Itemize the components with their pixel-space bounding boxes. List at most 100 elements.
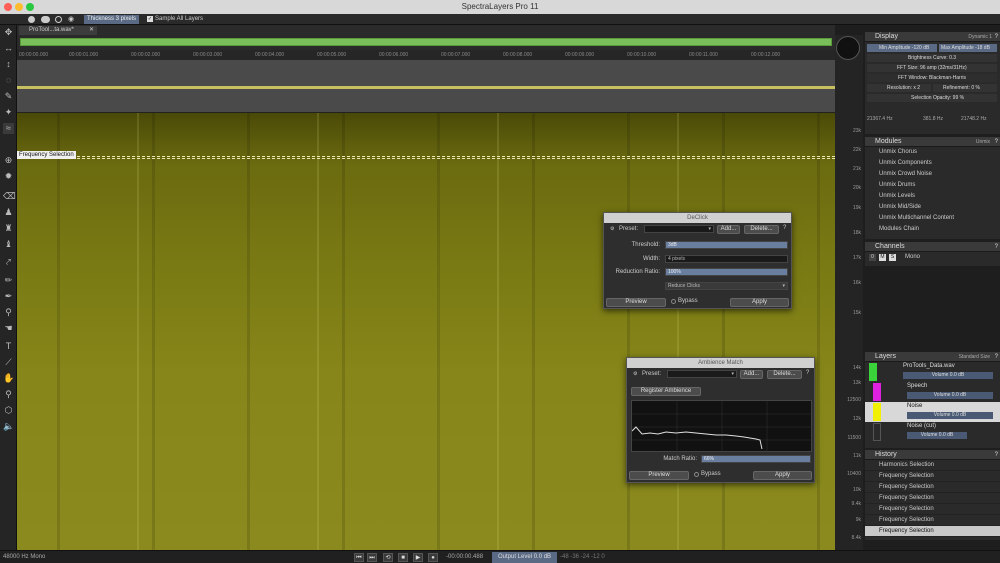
layer-color-swatch[interactable]	[873, 403, 881, 421]
module-item[interactable]: Unmix Components	[865, 158, 1000, 169]
frequency-selection-line[interactable]	[17, 156, 835, 159]
module-item[interactable]: Unmix Crowd Noise	[865, 169, 1000, 180]
bypass-radio[interactable]	[694, 472, 699, 477]
text-tool-icon[interactable]: T	[3, 341, 14, 352]
zoom-window-button[interactable]	[26, 3, 34, 11]
history-item[interactable]: Frequency Selection	[865, 504, 1000, 515]
layer-color-swatch[interactable]	[869, 363, 877, 381]
spectrogram-view[interactable]: Frequency Selection	[17, 113, 835, 550]
layer-volume-slider[interactable]: Volume 0.0 dB	[907, 392, 993, 399]
pencil-icon[interactable]: ✏	[3, 275, 14, 286]
brightness-curve-slider[interactable]: Brightness Curve: 0.3	[867, 54, 997, 62]
apply-button[interactable]: Apply	[753, 471, 812, 480]
help-icon[interactable]: ?	[806, 370, 809, 376]
modules-header[interactable]: Modules Unmix ?	[865, 137, 1000, 147]
history-item[interactable]: Frequency Selection	[865, 515, 1000, 526]
move-tool-icon[interactable]: ✥	[3, 27, 14, 38]
eyedropper-icon[interactable]: ⟋	[3, 357, 14, 368]
max-amplitude-slider[interactable]: Max Amplitude -18 dB	[939, 44, 997, 52]
ambience-title-bar[interactable]: Ambience Match	[627, 358, 814, 368]
layers-header[interactable]: Layers Standard Size ?	[865, 352, 1000, 362]
tab-document[interactable]: ProTool...ta.wav* ✕	[19, 26, 97, 35]
add-preset-button[interactable]: Add...	[740, 370, 763, 379]
history-item-selected[interactable]: Frequency Selection	[865, 526, 1000, 537]
rewind-icon[interactable]: ⏮	[354, 553, 364, 562]
layer-row[interactable]: Speech Volume 0.0 dB	[865, 382, 1000, 402]
refinement-slider[interactable]: Refinement: 0 %	[933, 84, 997, 92]
declick-title-bar[interactable]: DeClick	[604, 213, 791, 223]
history-item[interactable]: Frequency Selection	[865, 471, 1000, 482]
module-item[interactable]: Unmix Mid/Side	[865, 202, 1000, 213]
match-ratio-slider[interactable]: 66%	[701, 455, 811, 463]
module-item[interactable]: Unmix Chorus	[865, 147, 1000, 158]
loop-icon[interactable]: ⟲	[383, 553, 393, 562]
play-icon[interactable]: ▶	[413, 553, 423, 562]
overview-visible-range[interactable]	[20, 38, 832, 46]
fft-size-slider[interactable]: FFT Size: 96 amp (32ms/31Hz)	[867, 64, 997, 72]
speaker-icon[interactable]: 🔈	[3, 421, 14, 432]
display-header[interactable]: Display Dynamic 1 ?	[865, 32, 1000, 42]
module-item[interactable]: Unmix Multichannel Content	[865, 213, 1000, 224]
sample-all-checkbox[interactable]: ✓	[147, 16, 153, 22]
frequency-selection-icon[interactable]: ↕	[3, 59, 14, 70]
module-item[interactable]: Unmix Drums	[865, 180, 1000, 191]
preset-dropdown[interactable]: ▾	[667, 370, 737, 378]
heal-icon[interactable]: ♝	[3, 239, 14, 250]
hand-icon[interactable]: ✋	[3, 373, 14, 384]
forward-icon[interactable]: ⏭	[367, 553, 377, 562]
pen-icon[interactable]: ✒	[3, 291, 14, 302]
paint-brush-icon[interactable]: ✎	[3, 91, 14, 102]
delete-preset-button[interactable]: Delete...	[767, 370, 802, 379]
transient-icon[interactable]: ⊕	[3, 155, 14, 166]
layer-row[interactable]: Noise (cut) Volume 0.0 dB	[865, 422, 1000, 442]
layer-size-dropdown[interactable]: Standard Size	[959, 352, 990, 362]
bypass-radio[interactable]	[671, 299, 676, 304]
layer-color-swatch[interactable]	[873, 383, 881, 401]
history-item[interactable]: Frequency Selection	[865, 482, 1000, 493]
delete-preset-button[interactable]: Delete...	[744, 225, 779, 234]
magic-wand-icon[interactable]: ✦	[3, 107, 14, 118]
stop-icon[interactable]: ■	[398, 553, 408, 562]
mode-dropdown[interactable]: Reduce Clicks ▾	[665, 282, 788, 290]
layer-row-selected[interactable]: Noise Volume 0.0 dB	[865, 402, 1000, 422]
help-icon[interactable]: ?	[995, 242, 998, 252]
zoom-knob[interactable]	[836, 36, 860, 60]
channel-row-mono[interactable]: 0 M S Mono	[865, 252, 1000, 263]
overview-bar[interactable]	[17, 35, 835, 50]
history-item[interactable]: Frequency Selection	[865, 493, 1000, 504]
register-ambience-button[interactable]: Register Ambience	[631, 387, 701, 396]
preset-dropdown[interactable]: ▾	[644, 225, 714, 233]
time-ruler[interactable]: 00:00:00.000 00:00:01.000 00:00:02.000 0…	[17, 50, 835, 60]
display-mode-dropdown[interactable]: Dynamic 1	[968, 32, 992, 42]
draw-icon[interactable]: ⤤	[3, 257, 14, 268]
module-item[interactable]: Modules Chain	[865, 224, 1000, 235]
settings-icon[interactable]: ⚙	[610, 226, 614, 232]
resolution-slider[interactable]: Resolution: x 2	[867, 84, 931, 92]
close-window-button[interactable]	[4, 3, 12, 11]
burst-icon[interactable]: ✹	[3, 171, 14, 182]
preview-button[interactable]: Preview	[606, 298, 666, 307]
time-selection-icon[interactable]: ↔	[3, 43, 14, 54]
cube-icon[interactable]: ⬡	[3, 405, 14, 416]
mute-button[interactable]: M	[879, 254, 886, 261]
help-icon[interactable]: ?	[995, 450, 998, 460]
width-field[interactable]: 4 pixels	[665, 255, 788, 263]
waveform-view[interactable]	[17, 60, 835, 113]
threshold-field[interactable]: 3dB	[665, 241, 788, 249]
solo-button[interactable]: S	[889, 254, 896, 261]
min-amplitude-slider[interactable]: Min Amplitude -120 dB	[867, 44, 937, 52]
layer-volume-slider[interactable]: Volume 0.0 dB	[903, 372, 993, 379]
record-icon[interactable]: ●	[428, 553, 438, 562]
lasso-icon[interactable]: ◌	[3, 75, 14, 86]
apply-button[interactable]: Apply	[730, 298, 789, 307]
brush-soft-icon[interactable]	[55, 16, 62, 23]
layer-row[interactable]: ProTools_Data.wav Volume 0.0 dB	[865, 362, 1000, 382]
stamp-icon[interactable]: ♜	[3, 223, 14, 234]
brush-round-icon[interactable]	[28, 16, 35, 23]
brush-oval-icon[interactable]	[41, 16, 50, 23]
eye-icon[interactable]: ◉	[68, 16, 76, 23]
channels-header[interactable]: Channels ?	[865, 242, 1000, 252]
dropper-icon[interactable]: ⚲	[3, 307, 14, 318]
fft-window-dropdown[interactable]: FFT Window: Blackman-Harris	[867, 74, 997, 82]
output-level-slider[interactable]: Output Level 0.0 dB	[492, 552, 558, 563]
